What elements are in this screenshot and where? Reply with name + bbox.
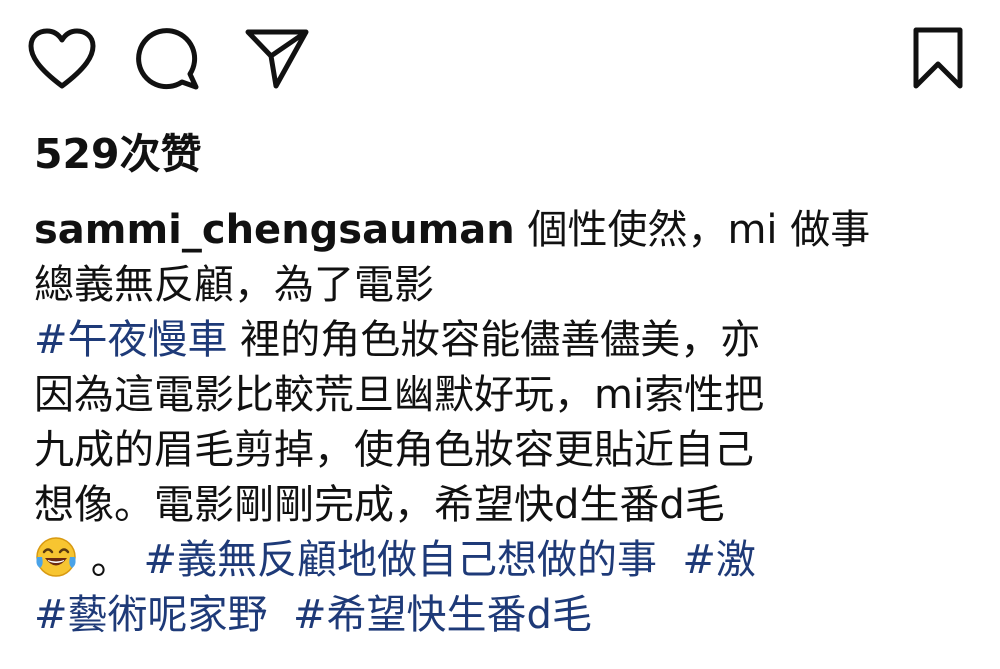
caption-line: 因為這電影比較荒旦幽默好玩，mi索性把: [34, 368, 964, 423]
caption-line: 。 #義無反顧地做自己想做的事 #激: [34, 533, 964, 588]
caption-line: #藝術呢家野 #希望快生番d毛: [34, 588, 964, 643]
caption-text: 總義無反顧，為了電影: [34, 262, 434, 308]
hashtag-link[interactable]: #激: [682, 537, 756, 583]
caption-text: 因為這電影比較荒旦幽默好玩，mi索性把: [34, 372, 765, 418]
caption-text: 想像。電影剛剛完成，希望快d生番d毛: [34, 482, 725, 528]
comment-bubble-icon[interactable]: [135, 28, 201, 90]
caption-line: 想像。電影剛剛完成，希望快d生番d毛: [34, 478, 964, 533]
post-action-bar: [0, 0, 1000, 110]
caption-text: 裡的角色妝容能儘善儘美，亦: [227, 317, 761, 363]
caption-text: 個性使然，mi 做事: [514, 207, 871, 253]
paper-plane-icon[interactable]: [244, 26, 310, 90]
caption-text: 九成的眉毛剪掉，使角色妝容更貼近自己: [34, 427, 754, 473]
like-count[interactable]: 529次赞: [34, 128, 202, 180]
hashtag-link[interactable]: #希望快生番d毛: [293, 592, 592, 638]
caption-text: 。: [78, 537, 144, 583]
heart-icon[interactable]: [28, 28, 96, 90]
caption-line: 總義無反顧，為了電影: [34, 258, 964, 313]
hashtag-link[interactable]: #藝術呢家野: [34, 592, 268, 638]
hashtag-link[interactable]: #義無反顧地做自己想做的事: [143, 537, 657, 583]
bookmark-icon[interactable]: [910, 26, 966, 90]
caption-line: 九成的眉毛剪掉，使角色妝容更貼近自己: [34, 423, 964, 478]
post-caption: sammi_chengsauman 個性使然，mi 做事 總義無反顧，為了電影 …: [34, 203, 964, 643]
hashtag-link[interactable]: #午夜慢車: [34, 317, 228, 363]
caption-line: #午夜慢車 裡的角色妝容能儘善儘美，亦: [34, 313, 964, 368]
caption-line: sammi_chengsauman 個性使然，mi 做事: [34, 203, 964, 258]
laughing-tears-emoji-icon: [34, 535, 78, 579]
caption-username[interactable]: sammi_chengsauman: [34, 207, 515, 253]
